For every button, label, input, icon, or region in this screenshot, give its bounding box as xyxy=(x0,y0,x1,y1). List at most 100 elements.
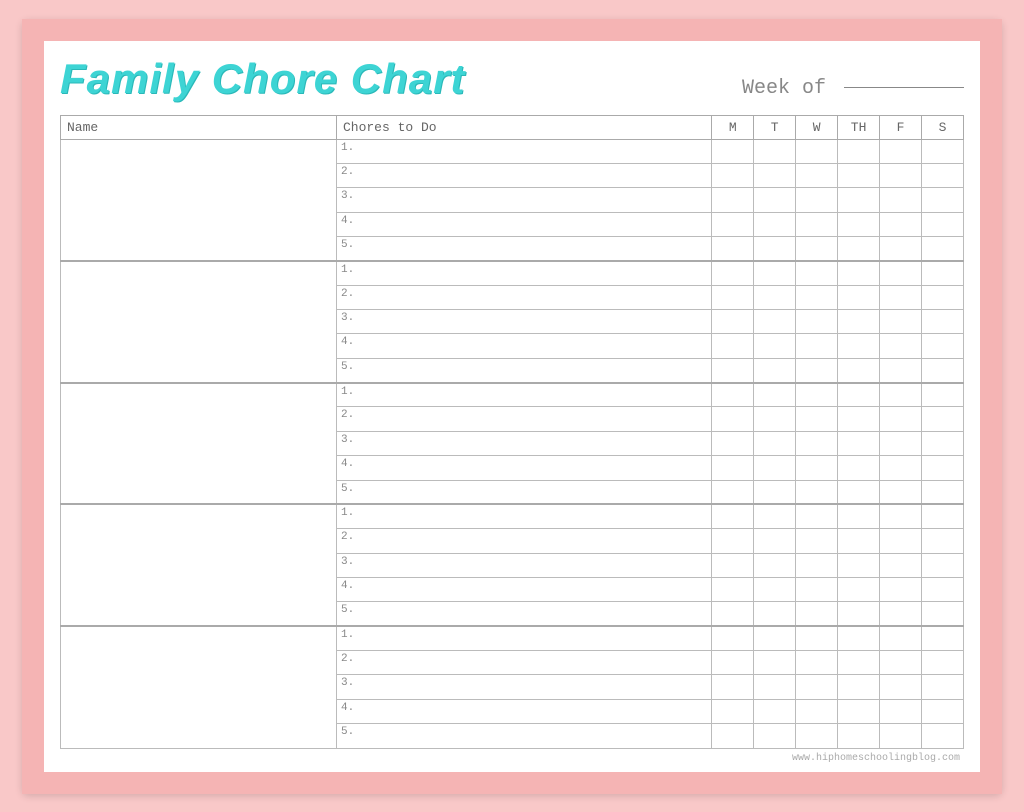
day-cell-0-4-3[interactable] xyxy=(838,236,880,260)
day-cell-2-0-1[interactable] xyxy=(754,383,796,407)
day-cell-2-1-4[interactable] xyxy=(880,407,922,431)
day-cell-1-2-2[interactable] xyxy=(796,310,838,334)
day-cell-1-3-4[interactable] xyxy=(880,334,922,358)
day-cell-2-4-1[interactable] xyxy=(754,480,796,504)
day-cell-4-2-1[interactable] xyxy=(754,675,796,699)
day-cell-1-2-1[interactable] xyxy=(754,310,796,334)
day-cell-0-3-3[interactable] xyxy=(838,212,880,236)
day-cell-0-2-4[interactable] xyxy=(880,188,922,212)
day-cell-0-4-1[interactable] xyxy=(754,236,796,260)
day-cell-2-3-4[interactable] xyxy=(880,456,922,480)
day-cell-4-4-2[interactable] xyxy=(796,724,838,748)
day-cell-1-0-4[interactable] xyxy=(880,261,922,285)
day-cell-3-2-2[interactable] xyxy=(796,553,838,577)
chore-cell-1-1[interactable]: 2. xyxy=(336,285,711,309)
day-cell-1-0-5[interactable] xyxy=(921,261,963,285)
day-cell-2-4-4[interactable] xyxy=(880,480,922,504)
day-cell-2-4-5[interactable] xyxy=(921,480,963,504)
day-cell-0-4-2[interactable] xyxy=(796,236,838,260)
day-cell-4-2-3[interactable] xyxy=(838,675,880,699)
day-cell-3-0-5[interactable] xyxy=(921,504,963,528)
day-cell-3-2-1[interactable] xyxy=(754,553,796,577)
day-cell-2-3-1[interactable] xyxy=(754,456,796,480)
day-cell-3-3-4[interactable] xyxy=(880,577,922,601)
day-cell-1-0-3[interactable] xyxy=(838,261,880,285)
chore-cell-3-2[interactable]: 3. xyxy=(336,553,711,577)
chore-cell-0-0[interactable]: 1. xyxy=(336,139,711,163)
day-cell-2-2-1[interactable] xyxy=(754,431,796,455)
chore-cell-1-0[interactable]: 1. xyxy=(336,261,711,285)
day-cell-1-1-1[interactable] xyxy=(754,285,796,309)
chore-cell-2-3[interactable]: 4. xyxy=(336,456,711,480)
chore-cell-3-4[interactable]: 5. xyxy=(336,602,711,626)
day-cell-2-2-5[interactable] xyxy=(921,431,963,455)
chore-cell-0-3[interactable]: 4. xyxy=(336,212,711,236)
day-cell-1-1-0[interactable] xyxy=(712,285,754,309)
chore-cell-3-3[interactable]: 4. xyxy=(336,577,711,601)
day-cell-1-3-0[interactable] xyxy=(712,334,754,358)
day-cell-3-4-1[interactable] xyxy=(754,602,796,626)
day-cell-0-1-2[interactable] xyxy=(796,163,838,187)
chore-cell-4-1[interactable]: 2. xyxy=(336,651,711,675)
day-cell-1-4-0[interactable] xyxy=(712,358,754,382)
day-cell-3-3-1[interactable] xyxy=(754,577,796,601)
day-cell-0-3-4[interactable] xyxy=(880,212,922,236)
chore-cell-1-4[interactable]: 5. xyxy=(336,358,711,382)
day-cell-4-2-0[interactable] xyxy=(712,675,754,699)
chore-cell-2-4[interactable]: 5. xyxy=(336,480,711,504)
chore-cell-4-4[interactable]: 5. xyxy=(336,724,711,748)
day-cell-3-0-4[interactable] xyxy=(880,504,922,528)
day-cell-3-2-4[interactable] xyxy=(880,553,922,577)
day-cell-4-3-0[interactable] xyxy=(712,699,754,723)
chore-cell-0-4[interactable]: 5. xyxy=(336,236,711,260)
day-cell-2-0-2[interactable] xyxy=(796,383,838,407)
day-cell-3-3-0[interactable] xyxy=(712,577,754,601)
chore-cell-2-2[interactable]: 3. xyxy=(336,431,711,455)
chore-cell-2-0[interactable]: 1. xyxy=(336,383,711,407)
day-cell-0-3-2[interactable] xyxy=(796,212,838,236)
day-cell-1-1-4[interactable] xyxy=(880,285,922,309)
day-cell-0-4-4[interactable] xyxy=(880,236,922,260)
day-cell-3-4-0[interactable] xyxy=(712,602,754,626)
day-cell-1-0-0[interactable] xyxy=(712,261,754,285)
day-cell-1-1-3[interactable] xyxy=(838,285,880,309)
day-cell-4-3-5[interactable] xyxy=(921,699,963,723)
day-cell-0-0-2[interactable] xyxy=(796,139,838,163)
day-cell-4-0-0[interactable] xyxy=(712,626,754,650)
chore-cell-1-2[interactable]: 3. xyxy=(336,310,711,334)
day-cell-2-1-1[interactable] xyxy=(754,407,796,431)
day-cell-2-0-0[interactable] xyxy=(712,383,754,407)
day-cell-3-4-4[interactable] xyxy=(880,602,922,626)
day-cell-3-4-3[interactable] xyxy=(838,602,880,626)
day-cell-2-1-0[interactable] xyxy=(712,407,754,431)
day-cell-0-1-4[interactable] xyxy=(880,163,922,187)
day-cell-4-3-3[interactable] xyxy=(838,699,880,723)
day-cell-4-3-4[interactable] xyxy=(880,699,922,723)
day-cell-2-3-5[interactable] xyxy=(921,456,963,480)
day-cell-2-2-3[interactable] xyxy=(838,431,880,455)
day-cell-2-3-3[interactable] xyxy=(838,456,880,480)
day-cell-3-1-5[interactable] xyxy=(921,529,963,553)
day-cell-3-3-3[interactable] xyxy=(838,577,880,601)
chore-cell-4-3[interactable]: 4. xyxy=(336,699,711,723)
day-cell-2-1-2[interactable] xyxy=(796,407,838,431)
day-cell-1-4-1[interactable] xyxy=(754,358,796,382)
day-cell-0-2-0[interactable] xyxy=(712,188,754,212)
day-cell-3-1-0[interactable] xyxy=(712,529,754,553)
day-cell-2-0-5[interactable] xyxy=(921,383,963,407)
chore-cell-1-3[interactable]: 4. xyxy=(336,334,711,358)
day-cell-2-1-5[interactable] xyxy=(921,407,963,431)
day-cell-4-0-3[interactable] xyxy=(838,626,880,650)
day-cell-2-2-0[interactable] xyxy=(712,431,754,455)
day-cell-0-2-1[interactable] xyxy=(754,188,796,212)
day-cell-1-3-3[interactable] xyxy=(838,334,880,358)
chore-cell-3-1[interactable]: 2. xyxy=(336,529,711,553)
day-cell-2-0-4[interactable] xyxy=(880,383,922,407)
day-cell-1-4-2[interactable] xyxy=(796,358,838,382)
day-cell-4-1-0[interactable] xyxy=(712,651,754,675)
day-cell-4-1-5[interactable] xyxy=(921,651,963,675)
day-cell-3-4-2[interactable] xyxy=(796,602,838,626)
day-cell-4-1-3[interactable] xyxy=(838,651,880,675)
chore-cell-0-2[interactable]: 3. xyxy=(336,188,711,212)
day-cell-2-4-3[interactable] xyxy=(838,480,880,504)
